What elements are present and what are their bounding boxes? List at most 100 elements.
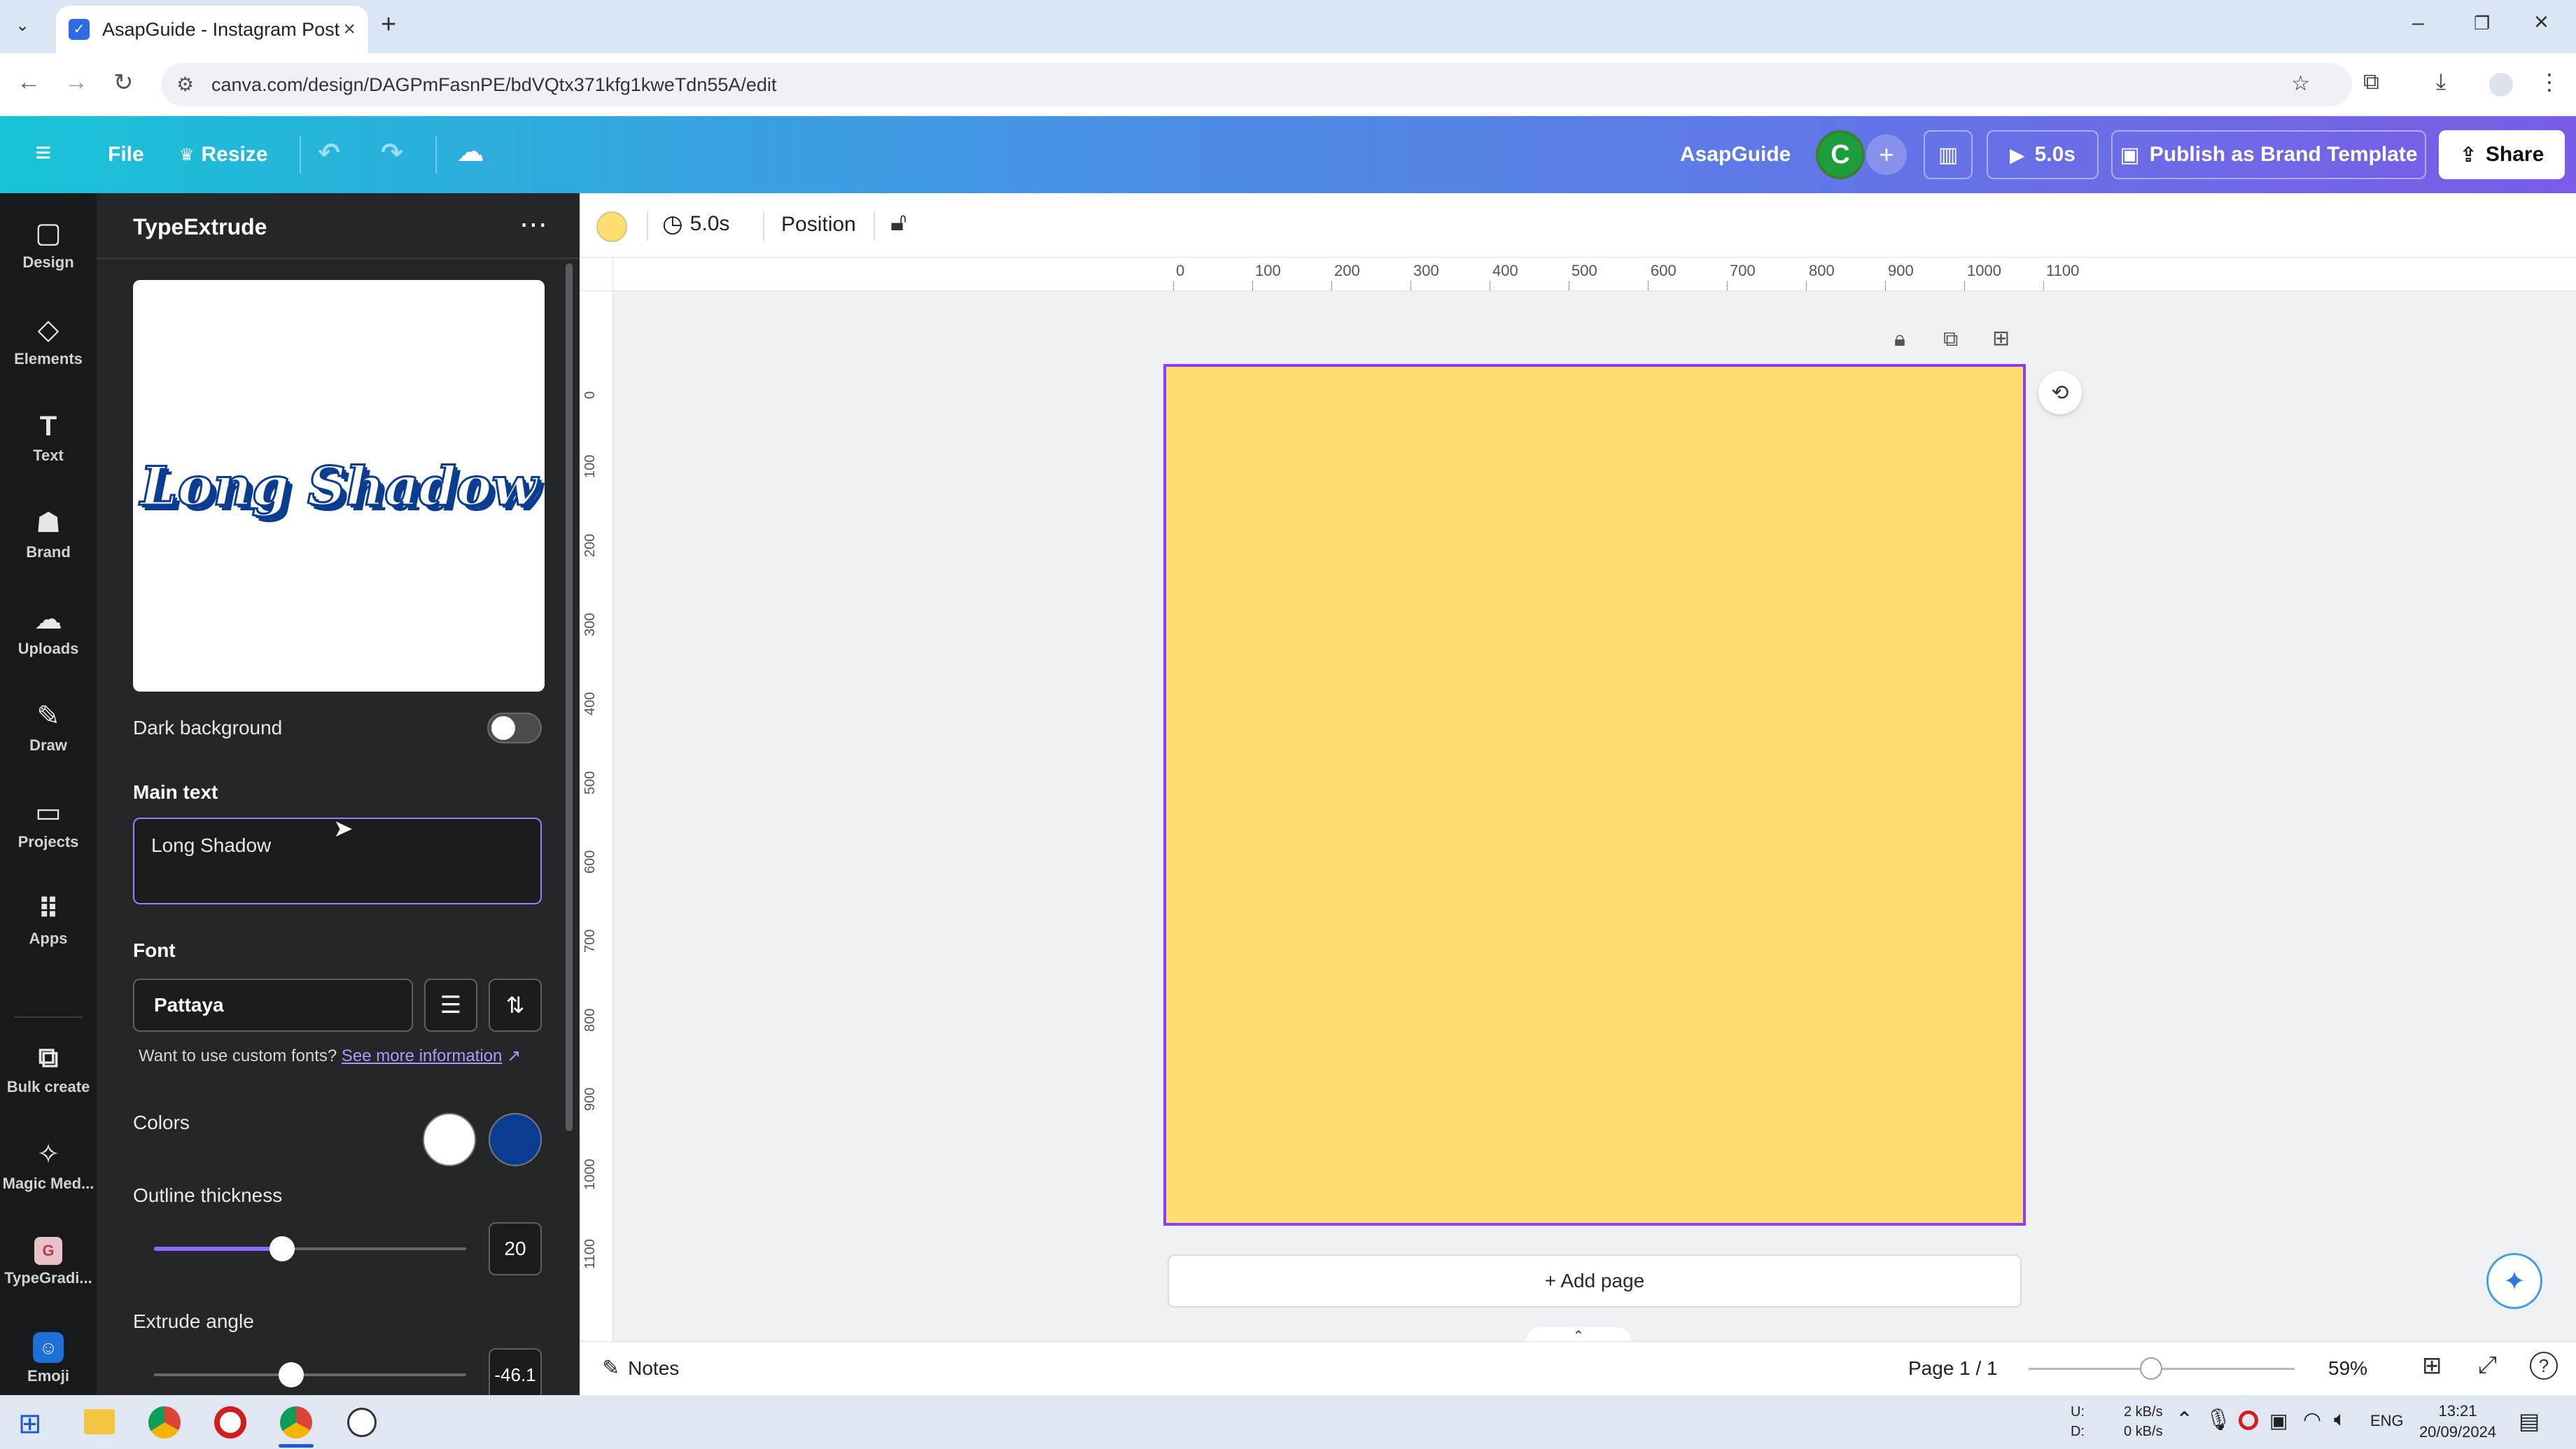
more-options-icon[interactable]: ⋯ [519, 209, 549, 241]
bookmark-star-icon[interactable]: ☆ [2291, 71, 2310, 96]
outline-thickness-label-visible: Outline thickness [133, 1184, 283, 1206]
profile-avatar[interactable] [2489, 73, 2513, 97]
see-more-information-link[interactable]: See more information [342, 1046, 502, 1065]
windows-start-icon[interactable]: ⊞ [18, 1408, 42, 1440]
show-pages-handle[interactable]: ⌃ [1526, 1327, 1631, 1344]
minimize-icon[interactable]: – [2412, 11, 2424, 35]
help-icon[interactable]: ? [2530, 1352, 2558, 1380]
rail-item-uploads[interactable]: ☁ Uploads [0, 585, 97, 676]
rail-item-emoji[interactable]: ☺ Emoji [0, 1313, 97, 1404]
share-button[interactable]: ⇪ Share [2439, 130, 2565, 179]
zoom-value[interactable]: 59% [2328, 1357, 2367, 1380]
close-icon[interactable]: × [2534, 7, 2549, 36]
add-page-above-icon[interactable]: ⊞ [1992, 326, 2010, 351]
recorder-icon[interactable] [347, 1408, 377, 1437]
undo-icon[interactable]: ↶ [318, 137, 340, 169]
preview-card[interactable]: Long Shadow [133, 280, 545, 692]
rail-item-draw[interactable]: ✎ Draw [0, 682, 97, 773]
grid-view-icon[interactable]: ⊞ [2422, 1352, 2442, 1380]
browser-menu-icon[interactable]: ⋮ [2538, 69, 2561, 95]
main-text-label: Main text [133, 781, 218, 803]
wifi-icon[interactable]: ◠ [2303, 1408, 2321, 1432]
collaborator-avatar[interactable]: C [1816, 130, 1865, 179]
notifications-icon[interactable]: ▤ [2519, 1408, 2540, 1434]
address-bar[interactable]: ⚙ canva.com/design/DAGPmFasnPE/bdVQtx371… [161, 63, 2352, 106]
duration-button[interactable]: ◷ 5.0s [662, 210, 729, 238]
opera-tray-icon[interactable] [2239, 1410, 2258, 1430]
rail-item-bulk-create[interactable]: ⧉ Bulk create [0, 1023, 97, 1114]
ruler-tick-mark [1252, 281, 1253, 290]
regenerate-button[interactable]: ⟲ [2038, 371, 2082, 414]
line-spacing-button[interactable]: ⇅ [489, 979, 542, 1032]
cloud-save-icon[interactable]: ☁ [456, 136, 484, 168]
forward-icon[interactable]: → [64, 69, 88, 96]
rail-divider [14, 1016, 83, 1018]
background-color-button[interactable] [596, 211, 627, 242]
page-indicator[interactable]: Page 1 / 1 [1908, 1357, 1998, 1380]
file-menu-button[interactable]: File [108, 143, 144, 167]
file-explorer-icon[interactable] [84, 1409, 115, 1434]
external-link-icon[interactable]: ↗ [507, 1046, 521, 1065]
new-tab-icon[interactable]: + [381, 10, 396, 40]
present-button[interactable]: ▶ 5.0s [1987, 130, 2099, 179]
font-select[interactable]: Pattaya [133, 979, 413, 1032]
rail-item-design[interactable]: ▢ Design [0, 199, 97, 290]
chrome-icon[interactable] [148, 1406, 181, 1438]
page-lock-icon[interactable]: 🔒︎ [1894, 328, 1905, 351]
microphone-icon[interactable]: 🎙︎ [2205, 1408, 2232, 1432]
panel-scrollbar[interactable] [566, 263, 573, 1131]
slider-knob[interactable] [279, 1362, 304, 1387]
zoom-slider[interactable] [2029, 1354, 2295, 1382]
back-icon[interactable]: ← [17, 69, 41, 96]
design-page[interactable] [1163, 364, 2026, 1226]
notes-button[interactable]: ✎ Notes [602, 1356, 679, 1380]
slider-knob[interactable] [269, 1236, 295, 1261]
restore-icon[interactable]: ❐ [2474, 13, 2490, 34]
language-indicator[interactable]: ENG [2370, 1412, 2404, 1430]
insights-button[interactable]: ▥ [1924, 130, 1973, 179]
position-button[interactable]: Position [781, 213, 856, 237]
extrude-angle-slider[interactable] [154, 1361, 466, 1389]
download-icon[interactable]: ⤓ [2436, 69, 2446, 95]
rail-item-projects[interactable]: ▭ Projects [0, 778, 97, 869]
typegradient-icon: G [34, 1237, 62, 1265]
site-info-icon[interactable]: ⚙ [176, 73, 194, 96]
extrude-angle-input[interactable]: -46.1 [489, 1348, 542, 1401]
design-title[interactable]: AsapGuide [1680, 143, 1791, 167]
add-collaborator-button[interactable]: + [1866, 134, 1907, 175]
tray-app-icon[interactable]: ▣ [2269, 1409, 2288, 1432]
rail-item-brand[interactable]: ☗ Brand [0, 489, 97, 580]
magic-assistant-button[interactable]: ✦ [2486, 1253, 2542, 1309]
fullscreen-icon[interactable]: ⤢ [2478, 1352, 2497, 1379]
redo-icon[interactable]: ↷ [381, 137, 403, 169]
resize-button[interactable]: ♛ Resize [179, 143, 268, 167]
color-swatch-secondary[interactable] [489, 1113, 542, 1166]
reload-icon[interactable]: ↻ [113, 69, 134, 97]
clock[interactable]: 13:21 20/09/2024 [2412, 1401, 2503, 1443]
main-menu-icon[interactable]: ≡ [35, 137, 51, 169]
chrome-active-icon[interactable] [280, 1406, 312, 1438]
opera-icon[interactable] [214, 1406, 246, 1438]
color-swatch-primary[interactable] [423, 1113, 476, 1166]
rail-item-text[interactable]: T Text [0, 392, 97, 483]
duplicate-page-icon[interactable]: ⧉ [1943, 328, 1958, 351]
slider-knob[interactable] [2139, 1357, 2162, 1380]
tray-chevron-icon[interactable]: ⌃ [2176, 1408, 2193, 1432]
lock-icon[interactable]: 🔓︎ [890, 207, 906, 237]
rail-item-magic-media[interactable]: ✧ Magic Med... [0, 1120, 97, 1211]
outline-thickness-input[interactable]: 20 [489, 1222, 542, 1275]
rail-item-elements[interactable]: ◇ Elements [0, 295, 97, 386]
text-align-button[interactable]: ☰ [424, 979, 477, 1032]
font-value: Pattaya [154, 994, 224, 1016]
rail-item-typegradient[interactable]: G TypeGradi... [0, 1217, 97, 1308]
rail-item-apps[interactable]: ⠿ Apps [0, 875, 97, 966]
tab-close-icon[interactable]: × [343, 18, 356, 41]
dark-background-toggle[interactable] [487, 713, 542, 743]
extensions-icon[interactable]: ⧉ [2363, 69, 2379, 95]
outline-thickness-slider[interactable] [154, 1235, 466, 1263]
add-page-button[interactable]: + Add page [1168, 1254, 2022, 1308]
browser-tab[interactable]: ✓ AsapGuide - Instagram Post × [56, 6, 368, 53]
tab-list-chevron-icon[interactable]: ⌄ [15, 15, 29, 36]
publish-brand-template-button[interactable]: ▣ Publish as Brand Template [2111, 130, 2426, 179]
volume-icon[interactable]: 🔈︎ [2334, 1408, 2346, 1432]
